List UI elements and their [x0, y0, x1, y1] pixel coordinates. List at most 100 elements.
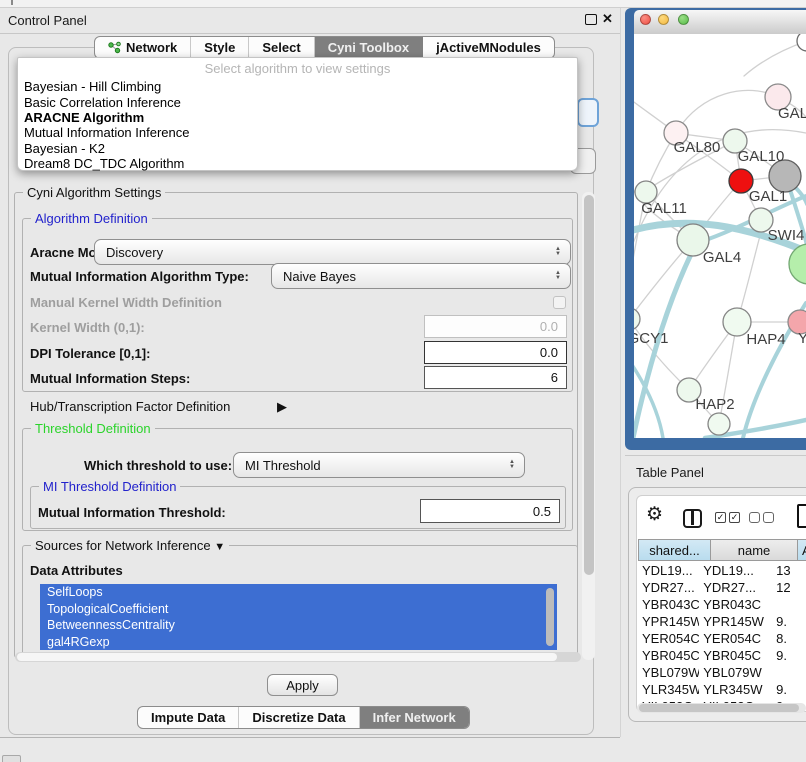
table-cell: YDL19...: [699, 563, 772, 578]
table-cell: YBR043C: [638, 597, 699, 612]
top-strip: [0, 0, 806, 8]
algorithm-option-bayesian-k2[interactable]: Bayesian - K2: [18, 141, 577, 156]
mi-steps-field[interactable]: 6: [424, 366, 567, 389]
network-node-gcy1[interactable]: [634, 308, 640, 330]
tab-label: Network: [126, 40, 177, 55]
table-row[interactable]: YPR145WYPR145W9.: [638, 613, 806, 630]
unchecked-checkbox-icon[interactable]: [749, 512, 760, 523]
sources-group-title: Sources for Network Inference ▼: [31, 538, 229, 553]
column-header-third[interactable]: A: [797, 539, 806, 561]
mac-zoom-icon[interactable]: [678, 14, 689, 25]
tab-jactivemnodules[interactable]: jActiveMNodules: [423, 37, 554, 58]
node-label-gal: GAL: [778, 105, 806, 122]
table-row[interactable]: YBL079WYBL079W: [638, 664, 806, 681]
hub-definition-label[interactable]: Hub/Transcription Factor Definition: [30, 399, 230, 414]
node-label-gal10: GAL10: [738, 148, 785, 165]
tab-style[interactable]: Style: [191, 37, 249, 58]
table-row[interactable]: YDL19...YDL19...13: [638, 562, 806, 579]
table-hscrollbar-thumb[interactable]: [639, 704, 799, 712]
manual-kernel-checkbox[interactable]: [553, 296, 566, 309]
float-window-icon[interactable]: [585, 14, 597, 25]
table-row[interactable]: YBR043CYBR043C: [638, 596, 806, 613]
attribute-item-selfloops[interactable]: SelfLoops: [40, 584, 557, 601]
network-graph: GALGAL80GAL10GAL1SWI4GAL11GAL4GCY1HAP4YH…: [634, 34, 806, 438]
table-cell: YER054C: [638, 631, 699, 646]
algorithm-option-dream8-dc-tdc-algorithm[interactable]: Dream8 DC_TDC Algorithm: [18, 156, 577, 171]
top-strip-tick: [11, 0, 13, 5]
which-threshold-label: Which threshold to use:: [84, 458, 232, 473]
mi-threshold-field[interactable]: 0.5: [420, 499, 560, 523]
settings-hscrollbar-thumb[interactable]: [17, 653, 557, 661]
mi-threshold-group-title: MI Threshold Definition: [39, 479, 180, 494]
column-header-shared[interactable]: shared...: [638, 539, 711, 561]
table-cell: YBR045C: [699, 648, 772, 663]
algorithm-definition-title: Algorithm Definition: [31, 211, 152, 226]
apply-button[interactable]: Apply: [267, 674, 338, 696]
tab-discretize-data[interactable]: Discretize Data: [239, 707, 359, 728]
network-node[interactable]: [797, 34, 806, 51]
attribute-item-gal4rgexp[interactable]: gal4RGexp: [40, 634, 557, 651]
dpi-tolerance-field[interactable]: 0.0: [424, 341, 567, 364]
attribute-item-topologicalcoefficient[interactable]: TopologicalCoefficient: [40, 601, 557, 618]
network-edge[interactable]: [744, 41, 806, 76]
tab-cyni-toolbox[interactable]: Cyni Toolbox: [315, 37, 423, 58]
tab-label: Cyni Toolbox: [328, 40, 409, 55]
tab-label: Discretize Data: [252, 710, 345, 725]
document-icon[interactable]: [797, 504, 806, 528]
screen: Control Panel ✕ NetworkStyleSelectCyni T…: [0, 0, 806, 762]
table-cell: YBR043C: [699, 597, 772, 612]
expand-right-icon[interactable]: ▶: [277, 399, 287, 415]
tab-select[interactable]: Select: [249, 37, 314, 58]
bottom-left-partial-button[interactable]: [2, 755, 21, 762]
algorithm-popup: Select algorithm to view settings Bayesi…: [17, 57, 578, 171]
mac-close-icon[interactable]: [640, 14, 651, 25]
table-row[interactable]: YDR27...YDR27...12: [638, 579, 806, 596]
close-icon[interactable]: ✕: [602, 11, 613, 27]
node-label-swi4: SWI4: [768, 227, 805, 244]
kernel-width-field[interactable]: 0.0: [424, 315, 567, 338]
node-label-gal80: GAL80: [674, 139, 721, 156]
mac-minimize-icon[interactable]: [658, 14, 669, 25]
mi-type-combo[interactable]: Naive Bayes ▲▼: [271, 263, 571, 289]
table-cell: YDR27...: [638, 580, 699, 595]
table-row[interactable]: YLR345WYLR345W9.: [638, 681, 806, 698]
algorithm-option-bayesian-hill-climbing[interactable]: Bayesian - Hill Climbing: [18, 79, 577, 94]
settings-scrollbar-thumb[interactable]: [584, 195, 594, 575]
network-node[interactable]: [789, 244, 806, 284]
manual-kernel-label: Manual Kernel Width Definition: [30, 295, 222, 310]
network-edge[interactable]: [676, 90, 778, 133]
which-threshold-combo[interactable]: MI Threshold ▲▼: [233, 452, 525, 478]
table-row[interactable]: YBR045CYBR045C9.: [638, 647, 806, 664]
checked-checkbox-icon[interactable]: ✓: [715, 512, 726, 523]
tab-network[interactable]: Network: [95, 37, 191, 58]
table-cell: YLR345W: [699, 682, 772, 697]
attributes-scrollbar-thumb[interactable]: [546, 588, 554, 646]
node-label-hap4: HAP4: [746, 331, 785, 348]
column-header-name[interactable]: name: [710, 539, 798, 561]
algorithm-option-aracne-algorithm[interactable]: ARACNE Algorithm: [18, 110, 577, 125]
tab-label: Impute Data: [151, 710, 225, 725]
tab-label: Select: [262, 40, 300, 55]
network-node[interactable]: [708, 413, 730, 435]
table-cell: YLR345W: [638, 682, 699, 697]
table-row[interactable]: YER054CYER054C8.: [638, 630, 806, 647]
node-label-gal1: GAL1: [749, 188, 787, 205]
network-canvas[interactable]: GALGAL80GAL10GAL1SWI4GAL11GAL4GCY1HAP4YH…: [634, 34, 806, 438]
split-columns-icon[interactable]: [683, 509, 702, 528]
control-panel-titlebar: [0, 8, 620, 34]
data-attributes-list: SelfLoopsTopologicalCoefficientBetweenne…: [40, 584, 557, 650]
algorithm-option-basic-correlation-inference[interactable]: Basic Correlation Inference: [18, 94, 577, 109]
checked-checkbox-icon[interactable]: ✓: [729, 512, 740, 523]
tab-impute-data[interactable]: Impute Data: [138, 707, 239, 728]
unchecked-checkbox-icon[interactable]: [763, 512, 774, 523]
table-cell: YBR045C: [638, 648, 699, 663]
network-view-window[interactable]: GALGAL80GAL10GAL1SWI4GAL11GAL4GCY1HAP4YH…: [625, 8, 806, 450]
attribute-item-betweennesscentrality[interactable]: BetweennessCentrality: [40, 617, 557, 634]
gear-icon[interactable]: ⚙: [646, 505, 663, 524]
tab-infer-network[interactable]: Infer Network: [360, 707, 469, 728]
collapse-down-icon[interactable]: ▼: [214, 541, 225, 553]
node-label-gcy1: GCY1: [634, 330, 668, 347]
tab-label: jActiveMNodules: [436, 40, 541, 55]
aracne-mode-combo[interactable]: Discovery ▲▼: [94, 239, 571, 265]
algorithm-option-mutual-information-inference[interactable]: Mutual Information Inference: [18, 125, 577, 140]
